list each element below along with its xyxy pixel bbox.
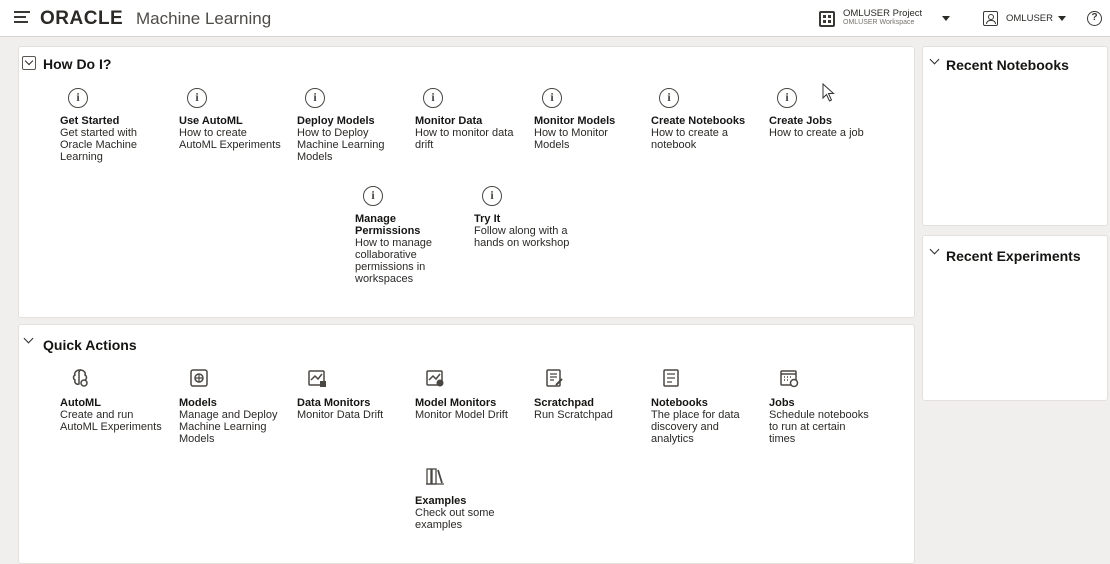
- info-icon: i: [68, 88, 88, 108]
- oracle-logo: ORACLE: [40, 8, 124, 29]
- item-description: hands on workshop: [474, 237, 570, 249]
- mouse-cursor-icon: [822, 83, 835, 102]
- item-title: Model Monitors: [415, 397, 497, 409]
- item-title: Deploy Models: [297, 115, 375, 127]
- quick-actions-title: Quick Actions: [43, 337, 137, 353]
- item-description: How to monitor data: [415, 127, 514, 139]
- item-description: Models: [179, 433, 215, 445]
- hamburger-menu-icon[interactable]: [14, 11, 30, 25]
- item-description: notebook: [651, 139, 697, 151]
- recent-notebooks-title: Recent Notebooks: [946, 57, 1069, 73]
- item-description: Schedule notebooks: [769, 409, 869, 421]
- item-description: times: [769, 433, 796, 445]
- item-title: Monitor Models: [534, 115, 616, 127]
- item-title: Examples: [415, 495, 467, 507]
- item-description: to run at certain: [769, 421, 846, 433]
- item-description: Models: [297, 151, 333, 163]
- info-icon: i: [542, 88, 562, 108]
- item-title: Create Notebooks: [651, 115, 746, 127]
- recent-notebooks-panel: [922, 46, 1108, 226]
- scratchpad-icon: [544, 368, 564, 388]
- automl-icon: [70, 368, 90, 388]
- item-description: Manage and Deploy: [179, 409, 278, 421]
- recent-experiments-title: Recent Experiments: [946, 248, 1081, 264]
- info-icon: i: [363, 186, 383, 206]
- item-title: Scratchpad: [534, 397, 594, 409]
- item-description: Follow along with a: [474, 225, 568, 237]
- item-title: AutoML: [60, 397, 101, 409]
- item-title: Notebooks: [651, 397, 708, 409]
- item-description: How to manage: [355, 237, 433, 249]
- chevron-down-icon[interactable]: [942, 16, 950, 21]
- item-description: Create and run: [60, 409, 134, 421]
- model-monitor-icon: [425, 368, 445, 388]
- item-title: Data Monitors: [297, 397, 371, 409]
- collapse-how-do-i-icon[interactable]: [22, 56, 36, 70]
- notebook-icon: [661, 368, 681, 388]
- item-title: Use AutoML: [179, 115, 243, 127]
- jobs-icon: [779, 368, 799, 388]
- workspace-name: OMLUSER Workspace: [843, 19, 915, 26]
- item-description: examples: [415, 519, 463, 531]
- item-description: The place for data: [651, 409, 740, 421]
- item-description: Check out some: [415, 507, 495, 519]
- item-description: AutoML Experiments: [179, 139, 281, 151]
- item-description: AutoML Experiments: [60, 421, 162, 433]
- info-icon: i: [482, 186, 502, 206]
- top-bar: ORACLE Machine Learning OMLUSER Project …: [0, 0, 1110, 37]
- help-icon[interactable]: ?: [1087, 11, 1102, 26]
- item-description: How to create: [179, 127, 247, 139]
- item-description: Get started with: [60, 127, 138, 139]
- item-title: Models: [179, 397, 217, 409]
- project-icon: [819, 11, 835, 27]
- app-name: Machine Learning: [136, 9, 272, 28]
- info-icon: i: [659, 88, 679, 108]
- item-description: How to Deploy: [297, 127, 369, 139]
- examples-icon: [425, 466, 445, 486]
- project-name: OMLUSER Project: [843, 8, 923, 19]
- chevron-down-icon[interactable]: [1058, 16, 1066, 21]
- item-description: analytics: [651, 433, 694, 445]
- info-icon: i: [423, 88, 443, 108]
- user-name: OMLUSER: [1006, 13, 1053, 24]
- item-title: Jobs: [769, 397, 795, 409]
- item-description: Monitor Model Drift: [415, 409, 508, 421]
- item-description: drift: [415, 139, 434, 151]
- item-title: Manage: [355, 213, 396, 225]
- item-description: How to create a job: [769, 127, 864, 139]
- item-description: collaborative: [355, 249, 417, 261]
- item-description: How to Monitor: [534, 127, 608, 139]
- info-icon: i: [187, 88, 207, 108]
- item-description: permissions in: [355, 261, 426, 273]
- how-do-i-panel: [18, 46, 915, 318]
- item-description: Oracle Machine: [60, 139, 138, 151]
- how-do-i-title: How Do I?: [43, 56, 112, 72]
- info-icon: i: [777, 88, 797, 108]
- item-description: Run Scratchpad: [534, 409, 613, 421]
- data-monitor-icon: [307, 368, 327, 388]
- item-title: Permissions: [355, 225, 421, 237]
- item-description: workspaces: [355, 273, 414, 285]
- item-description: Machine Learning: [179, 421, 267, 433]
- item-description: Models: [534, 139, 570, 151]
- item-description: Machine Learning: [297, 139, 385, 151]
- item-description: Learning: [60, 151, 103, 163]
- item-title: Monitor Data: [415, 115, 483, 127]
- models-icon: [189, 368, 209, 388]
- item-description: discovery and: [651, 421, 719, 433]
- info-icon: i: [305, 88, 325, 108]
- user-icon: [983, 11, 998, 26]
- item-title: Try It: [474, 213, 501, 225]
- item-description: How to create a: [651, 127, 729, 139]
- item-description: Monitor Data Drift: [297, 409, 384, 421]
- item-title: Create Jobs: [769, 115, 832, 127]
- item-title: Get Started: [60, 115, 120, 127]
